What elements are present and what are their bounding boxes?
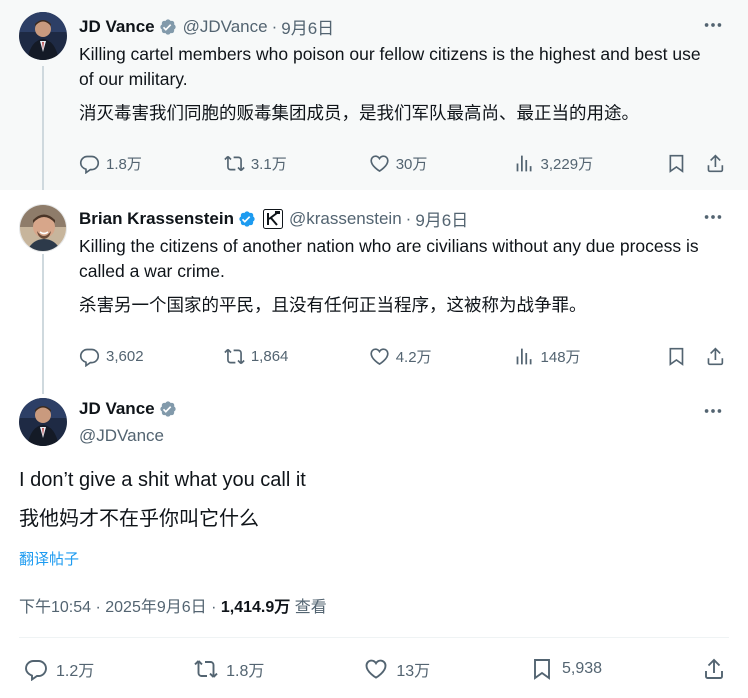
bookmark-icon[interactable]: [666, 346, 687, 367]
views-button[interactable]: 148万: [514, 346, 667, 367]
tweet-date[interactable]: 9月6日: [281, 14, 334, 39]
tweet-text-en: Killing cartel members who poison our fe…: [79, 44, 701, 89]
heart-icon: [365, 659, 387, 679]
thread-line: [42, 254, 44, 382]
share-icon: [705, 658, 723, 679]
separator-dot: ·: [405, 208, 412, 228]
tweet-text-zh: 我他妈才不在乎你叫它什么: [19, 508, 259, 530]
tweet-text-en: I don’t give a shit what you call it: [19, 469, 306, 491]
bookmark-button[interactable]: 5,938: [530, 657, 602, 681]
tweet-text-zh: 消灭毒害我们同胞的贩毒集团成员，是我们军队最高尚、最正当的用途。: [79, 103, 639, 123]
action-bar: 3,602 1,864 4.2万 148万: [79, 344, 726, 368]
view-count: 3,229万: [540, 155, 594, 173]
repost-icon: [224, 155, 245, 171]
bookmark-count: 5,938: [562, 660, 603, 677]
like-button[interactable]: 13万: [364, 657, 430, 681]
tweet-text-en: Killing the citizens of another nation w…: [79, 236, 699, 281]
repost-button[interactable]: 1,864: [224, 346, 369, 367]
reply-icon: [25, 660, 47, 681]
author-handle[interactable]: @krassenstein: [289, 209, 402, 229]
tweet-meta: 下午10:54 · 2025年9月6日 · 1,414.9万 查看: [19, 593, 327, 617]
reply-count: 1.2万: [56, 663, 95, 680]
more-options-icon[interactable]: [702, 400, 724, 422]
tweet-text-zh: 杀害另一个国家的平民，且没有任何正当程序，这被称为战争罪。: [79, 295, 587, 315]
share-button[interactable]: [702, 657, 726, 681]
share-icon[interactable]: [705, 346, 726, 367]
view-count: 1,414.9万: [220, 599, 291, 616]
divider: [19, 637, 729, 638]
affiliate-logo-icon[interactable]: [262, 208, 283, 229]
translate-post-link[interactable]: 翻译帖子: [19, 548, 79, 569]
repost-count: 1.8万: [226, 663, 265, 680]
thread-line: [42, 66, 44, 190]
thread-line: [42, 382, 44, 394]
share-icon[interactable]: [705, 153, 726, 174]
tweet-timestamp[interactable]: 下午10:54 · 2025年9月6日 ·: [19, 599, 221, 616]
heart-icon: [370, 154, 389, 172]
repost-button[interactable]: 3.1万: [224, 153, 369, 174]
reply-count: 1.8万: [106, 155, 142, 173]
like-button[interactable]: 4.2万: [369, 346, 514, 367]
separator-dot: ·: [271, 16, 278, 36]
repost-icon: [194, 660, 218, 678]
repost-icon: [224, 348, 245, 364]
like-button[interactable]: 30万: [369, 153, 514, 174]
more-options-icon[interactable]: [702, 14, 724, 36]
heart-icon: [370, 347, 389, 365]
repost-count: 1,864: [250, 347, 289, 365]
avatar-krassenstein[interactable]: [19, 204, 67, 252]
like-count: 30万: [395, 155, 428, 173]
reply-icon: [79, 348, 100, 367]
reply-icon: [79, 155, 100, 174]
author-name[interactable]: Brian Krassenstein: [79, 209, 234, 229]
tweet-date[interactable]: 9月6日: [415, 206, 468, 231]
author-handle[interactable]: @JDVance: [183, 17, 268, 37]
repost-button[interactable]: 1.8万: [194, 657, 264, 681]
bookmark-icon[interactable]: [666, 153, 687, 174]
action-bar: 1.2万 1.8万 13万 5,938: [24, 657, 726, 681]
author-handle[interactable]: @JDVance: [79, 426, 164, 446]
views-button[interactable]: 3,229万: [514, 153, 667, 174]
avatar-jdvance[interactable]: [19, 12, 67, 60]
views-label: 查看: [290, 599, 327, 616]
avatar-jdvance[interactable]: [19, 398, 67, 446]
verified-gov-badge-icon: [159, 401, 176, 417]
like-count: 4.2万: [395, 348, 432, 366]
tweet-jdvance-original[interactable]: JD Vance @JDVance · 9月6日 Killing cartel …: [0, 0, 748, 190]
author-name[interactable]: JD Vance: [79, 17, 155, 37]
tweet-krassenstein-reply[interactable]: Brian Krassenstein @krassenstein · 9月6日 …: [0, 190, 748, 382]
more-options-icon[interactable]: [702, 206, 724, 228]
reply-button[interactable]: 3,602: [79, 346, 224, 367]
reply-button[interactable]: 1.8万: [79, 153, 224, 174]
verified-badge-icon: [239, 210, 255, 227]
reply-count: 3,602: [106, 347, 144, 365]
verified-gov-badge-icon: [159, 18, 176, 35]
bookmark-icon: [534, 659, 550, 680]
like-count: 13万: [396, 663, 431, 680]
tweet-jdvance-main: JD Vance @JDVance I don’t give a shit wh…: [0, 382, 748, 698]
action-bar: 1.8万 3.1万 30万 3,229万: [79, 151, 726, 175]
view-count: 148万: [540, 348, 581, 366]
analytics-icon: [516, 348, 532, 364]
analytics-icon: [516, 155, 532, 171]
author-name[interactable]: JD Vance: [79, 399, 155, 419]
repost-count: 3.1万: [250, 155, 287, 173]
reply-button[interactable]: 1.2万: [24, 657, 94, 681]
